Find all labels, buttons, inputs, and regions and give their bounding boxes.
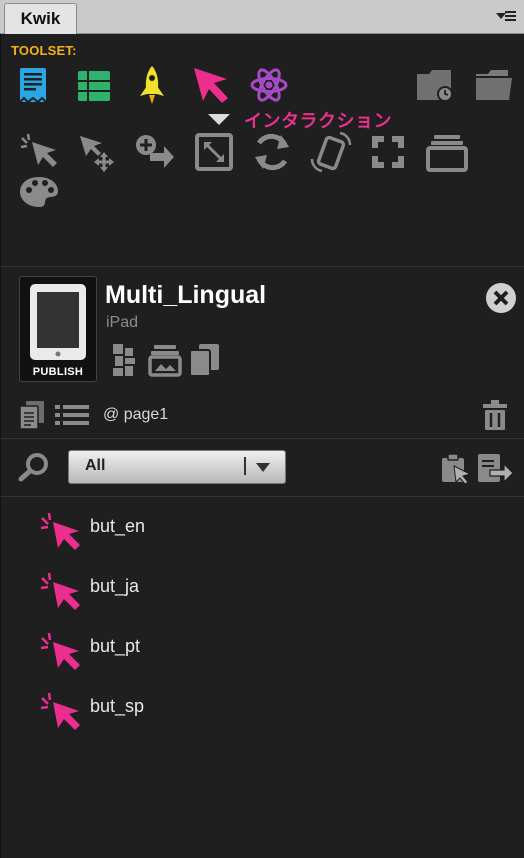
current-page-label[interactable]: @ page1	[103, 406, 168, 424]
device-name: iPad	[106, 314, 139, 331]
layer-item-but-sp[interactable]: but_sp	[1, 688, 301, 730]
trash-icon[interactable]	[481, 398, 509, 432]
search-icon[interactable]	[18, 452, 52, 482]
layer-name: but_ja	[90, 576, 140, 596]
folder-icon[interactable]	[474, 68, 514, 102]
qr-preview-icon[interactable]	[111, 342, 137, 378]
publish-label: PUBLISH	[32, 366, 84, 378]
page-list-icon[interactable]	[53, 402, 91, 428]
layer-item-but-pt[interactable]: but_pt	[1, 628, 301, 670]
fullscreen-tool-icon[interactable]	[369, 133, 407, 171]
layer-name: but_pt	[90, 636, 141, 656]
interaction-button-icon	[40, 692, 80, 730]
panel-tab-kwik[interactable]: Kwik	[4, 3, 77, 34]
open-project-folder-icon[interactable]	[415, 66, 457, 104]
close-project-icon[interactable]	[485, 282, 517, 314]
go-to-tool-icon[interactable]	[134, 131, 176, 171]
flip-device-tool-icon[interactable]	[310, 131, 352, 173]
active-tool-indicator-icon	[208, 114, 230, 125]
page-divider	[1, 438, 524, 439]
grid-list-icon[interactable]	[77, 70, 111, 102]
page-document-icon[interactable]	[18, 400, 46, 430]
filter-divider	[1, 496, 524, 497]
layer-filter-value: All	[85, 457, 106, 474]
interaction-button-icon	[40, 632, 80, 670]
layer-item-but-ja[interactable]: but_ja	[1, 568, 301, 610]
interaction-button-icon	[40, 572, 80, 610]
interaction-button-icon	[40, 512, 80, 550]
active-toolset-hint: インタラクション	[244, 111, 392, 131]
layer-item-but-en[interactable]: but_en	[1, 508, 301, 550]
scale-tool-icon[interactable]	[194, 132, 234, 172]
toolset-label: TOOLSET:	[11, 43, 77, 58]
rocket-icon[interactable]	[137, 64, 167, 106]
chevron-down-icon	[256, 463, 270, 472]
ipad-device-icon	[30, 284, 86, 360]
panel-menu-icon[interactable]	[496, 9, 516, 23]
drag-tool-icon[interactable]	[76, 132, 118, 172]
layer-name: but_en	[90, 516, 146, 536]
layer-name: but_sp	[90, 696, 145, 716]
interaction-cursor-icon[interactable]	[191, 65, 233, 105]
copy-pages-icon[interactable]	[187, 342, 221, 378]
palette-tool-icon[interactable]	[18, 174, 60, 210]
atom-icon[interactable]	[249, 66, 289, 104]
project-name: Multi_Lingual	[105, 281, 267, 309]
panel-titlebar: Kwik	[0, 0, 524, 34]
rotate-tool-icon[interactable]	[251, 131, 293, 173]
assets-box-icon[interactable]	[148, 343, 182, 377]
layer-filter-select[interactable]: All	[68, 450, 286, 484]
document-icon[interactable]	[18, 66, 48, 106]
export-layer-icon[interactable]	[476, 452, 514, 484]
kwik-panel-body: TOOLSET: インタラクション PUBLISH Multi_Lingual …	[0, 34, 524, 858]
button-tool-icon[interactable]	[18, 132, 60, 172]
paste-layer-icon[interactable]	[440, 452, 472, 484]
publish-button[interactable]: PUBLISH	[19, 276, 97, 382]
select-separator	[244, 457, 246, 475]
layers-stack-tool-icon[interactable]	[426, 132, 468, 172]
toolset-divider	[1, 266, 524, 267]
